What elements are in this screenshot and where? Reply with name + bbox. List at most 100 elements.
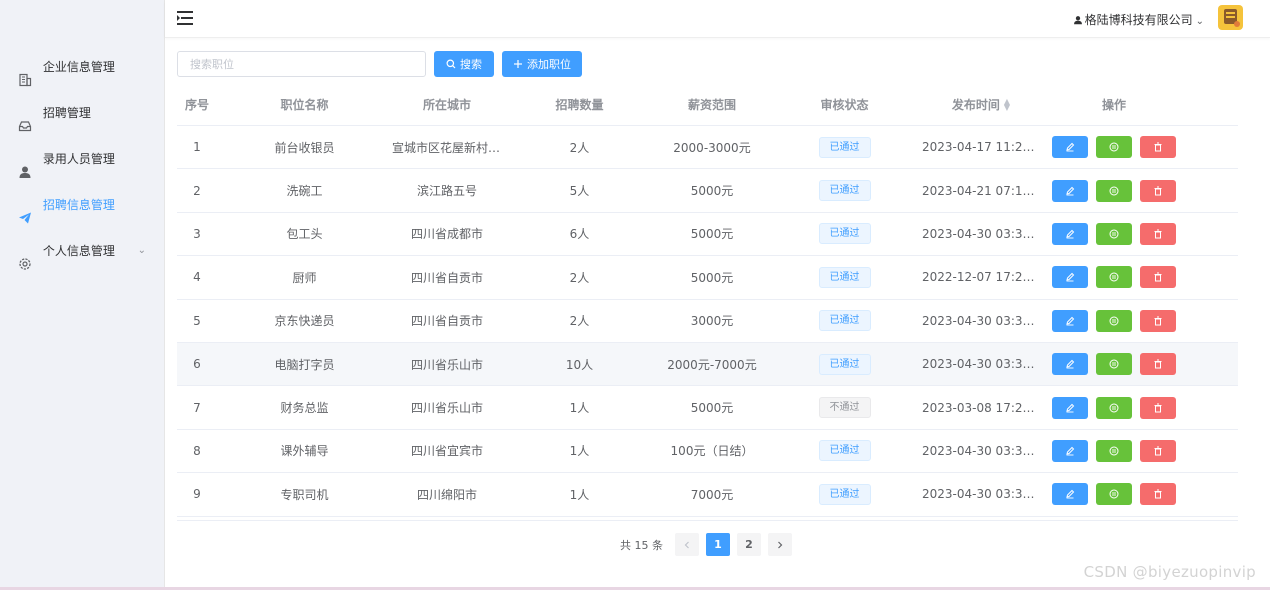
plus-icon [514,60,522,68]
view-button[interactable] [1096,266,1132,289]
top-bar: 格陆博科技有限公司 ⌄ [165,0,1270,38]
cell-city: 滨江路五号 [416,184,477,199]
edit-icon [1065,446,1075,456]
delete-button[interactable] [1140,483,1176,506]
cell-count: 2人 [569,314,590,329]
header-actions: 操作 [1101,97,1126,112]
cell-actions [1040,353,1188,376]
sidebar-item-hired-staff[interactable]: 录用人员管理 [0,136,164,182]
cell-salary: 2000元-7000元 [667,357,757,372]
header-status: 审核状态 [820,97,869,112]
cell-publish-time: 2023-04-30 03:39:18 [922,357,1040,372]
avatar[interactable] [1218,5,1243,30]
cell-job-name: 财务总监 [280,401,329,416]
cell-publish-time: 2023-04-21 07:10:34 [922,183,1040,198]
hamburger-icon[interactable] [177,10,195,26]
edit-button[interactable] [1052,483,1088,506]
trash-icon [1153,142,1163,152]
chevron-down-icon: ⌄ [137,245,146,256]
cell-salary: 5000元 [690,227,734,242]
edit-button[interactable] [1052,353,1088,376]
details-icon [1109,489,1119,499]
cell-count: 6人 [569,227,590,242]
edit-button[interactable] [1052,222,1088,245]
trash-icon [1153,489,1163,499]
sidebar-item-job-info[interactable]: 招聘信息管理 [0,182,164,228]
view-button[interactable] [1096,222,1132,245]
cell-actions [1040,179,1188,202]
sidebar-menu: 企业信息管理 招聘管理 录用人员管理 招聘信息管理 个人信息管理 ⌄ [0,44,164,274]
header-publish-time-label: 发布时间 [951,97,1000,112]
delete-button[interactable] [1140,179,1176,202]
cell-count: 2人 [569,270,590,285]
trash-icon [1153,229,1163,239]
view-button[interactable] [1096,179,1132,202]
search-input[interactable] [177,51,426,77]
sidebar-item-recruitment[interactable]: 招聘管理 [0,90,164,136]
chevron-down-icon: ⌄ [1195,16,1204,27]
delete-button[interactable] [1140,396,1176,419]
delete-button[interactable] [1140,439,1176,462]
cell-publish-time: 2023-04-30 03:39:27 [922,443,1040,458]
add-job-button[interactable]: 添加职位 [502,51,582,77]
company-dropdown[interactable]: 格陆博科技有限公司 ⌄ [1073,11,1204,28]
edit-button[interactable] [1052,266,1088,289]
sidebar-item-label: 个人信息管理 [42,244,115,258]
cell-no: 1 [193,140,201,155]
view-button[interactable] [1096,353,1132,376]
cell-city: 四川绵阳市 [416,487,477,502]
cell-count: 5人 [569,184,590,199]
trash-icon [1153,186,1163,196]
delete-button[interactable] [1140,136,1176,159]
cell-no: 6 [193,357,201,372]
next-page-button[interactable] [768,533,792,556]
page-button-1[interactable]: 1 [706,533,730,556]
edit-button[interactable] [1052,396,1088,419]
view-button[interactable] [1096,136,1132,159]
header-city: 所在城市 [422,97,471,112]
sidebar-item-label: 企业信息管理 [42,60,115,74]
table-row: 6 电脑打字员 四川省乐山市 10人 2000元-7000元 已通过 2023-04-30 … [177,342,1238,387]
edit-button[interactable] [1052,179,1088,202]
delete-button[interactable] [1140,353,1176,376]
page-button-2[interactable]: 2 [737,533,761,556]
view-button[interactable] [1096,439,1132,462]
header-salary: 薪资范围 [687,97,736,112]
cell-salary: 5000元 [690,184,734,199]
search-button[interactable]: 搜索 [434,51,494,77]
trash-icon [1153,446,1163,456]
cell-status: 已通过 [767,353,922,375]
prev-page-button[interactable] [675,533,699,556]
edit-button[interactable] [1052,136,1088,159]
edit-button[interactable] [1052,439,1088,462]
table-row: 3 包工头 四川省成都市 6人 5000元 已通过 2023-04-30 03:38:42 [177,213,1238,257]
user-icon [1073,16,1082,25]
delete-button[interactable] [1140,309,1176,332]
table-row: 9 专职司机 四川绵阳市 1人 7000元 已通过 2023-04-30 03:39:37 [177,473,1238,517]
trash-icon [1153,403,1163,413]
sidebar-item-company-info[interactable]: 企业信息管理 [0,44,164,90]
header-publish-time[interactable]: 发布时间 ▲ ▼ [922,96,1040,113]
header-no: 序号 [184,97,209,112]
delete-button[interactable] [1140,222,1176,245]
sort-icon[interactable]: ▲ ▼ [1004,98,1010,112]
details-icon [1109,316,1119,326]
trash-icon [1153,359,1163,369]
status-badge: 已通过 [818,440,871,462]
status-badge: 已通过 [818,310,871,332]
cell-actions [1040,309,1188,332]
details-icon [1109,403,1119,413]
cell-status: 已通过 [767,136,922,158]
view-button[interactable] [1096,483,1132,506]
cell-status: 不通过 [767,397,922,419]
table-row: 7 财务总监 四川省乐山市 1人 5000元 不通过 2023-03-08 17:25:12 [177,386,1238,430]
delete-button[interactable] [1140,266,1176,289]
view-button[interactable] [1096,309,1132,332]
chevron-left-icon [684,541,689,548]
header-count: 招聘数量 [555,97,604,112]
sidebar-item-personal-info[interactable]: 个人信息管理 ⌄ [0,228,164,274]
view-button[interactable] [1096,396,1132,419]
company-name: 格陆博科技有限公司 [1084,13,1193,27]
cell-publish-time: 2023-04-30 03:39:04 [922,313,1040,328]
edit-button[interactable] [1052,309,1088,332]
